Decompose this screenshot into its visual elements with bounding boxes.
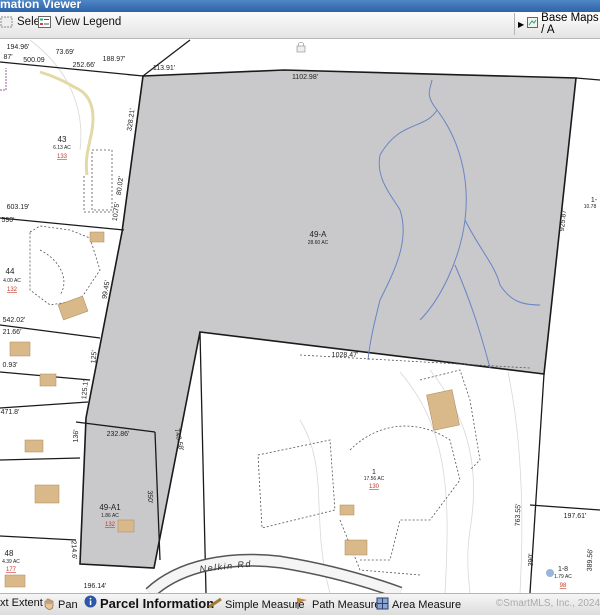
dim-252-66: 252.66' [73, 62, 96, 69]
hand-icon [42, 597, 55, 613]
info-icon [84, 595, 97, 611]
app-title: mation Viewer [0, 0, 82, 11]
dim-73-69: 73.69' [56, 49, 75, 56]
parcel-label-1-8-id: 1-8 [558, 566, 568, 573]
dim-1028-47: 1028.47' [332, 352, 359, 359]
dim-87: 87' [3, 54, 12, 61]
parcel-label-48-area: 4.39 AC [2, 559, 20, 565]
watermark: ©SmartMLS, Inc., 2024 [495, 598, 600, 609]
parcel-label-1-8-ref: 98 [560, 583, 567, 589]
dim-763-55: 763.55' [515, 503, 523, 526]
next-extent-label: xt Extent [0, 597, 43, 609]
dim-188-97: 188.97' [103, 56, 126, 63]
path-measure-label: Path Measure [312, 599, 381, 611]
parcel-label-edge-id: 1- [591, 197, 598, 204]
dim-390: 390' [528, 553, 535, 566]
parcel-label-48-id: 48 [5, 549, 14, 558]
parcel-label-43-id: 43 [58, 135, 67, 144]
dim-197-61: 197.61' [564, 513, 587, 520]
parcel-label-49-A-area: 28.60 AC [308, 240, 329, 246]
dim-350: 350' [146, 490, 153, 503]
pan-button[interactable]: Pan [42, 597, 78, 613]
pan-label: Pan [58, 599, 78, 611]
simple-measure-button[interactable]: Simple Measure [208, 597, 304, 612]
chevron-right-icon: ▶ [518, 19, 525, 29]
dim-0-93: 0.93' [3, 362, 18, 369]
dim-389-56: 389.56' [587, 548, 595, 571]
area-grid-icon [376, 597, 389, 613]
title-bar: mation Viewer [0, 0, 600, 12]
toolbar: Select View Legend [0, 12, 600, 39]
simple-measure-label: Simple Measure [225, 598, 305, 611]
area-measure-label: Area Measure [392, 599, 462, 611]
parcel-label-44-area: 4.00 AC [3, 278, 21, 284]
next-extent-button[interactable]: xt Extent [0, 597, 43, 609]
dim-136: 136' [73, 429, 80, 442]
parcel-label-1-area: 17.56 AC [364, 476, 385, 482]
dim-113-91: 113.91' [153, 65, 175, 72]
area-measure-button[interactable]: Area Measure [376, 597, 461, 613]
dim-21-66: 21.66' [3, 329, 22, 336]
path-flag-icon [296, 597, 309, 613]
dim-1102-98: 1102.98' [292, 74, 318, 81]
parcel-label-49-A1-id: 49-A1 [99, 503, 121, 512]
map-view[interactable]: 49-A 28.60 AC 43 6.13 AC 133 44 4.00 AC … [0, 39, 600, 600]
parcel-information-label: Parcel Information [100, 595, 215, 611]
ruler-icon [208, 597, 222, 612]
view-legend-label: View Legend [55, 16, 122, 28]
parcel-label-49-A1-area: 1.86 AC [101, 513, 119, 519]
parcel-label-1-ref: 130 [369, 484, 380, 490]
dim-196-14: 196.14' [84, 583, 107, 590]
parcel-information-button[interactable]: Parcel Information [84, 595, 214, 611]
footer-toolbar: xt Extent Pan Parcel Information Simple … [0, 593, 600, 615]
parcel-label-43-area: 6.13 AC [53, 145, 71, 151]
parcel-label-1-8-area: 1.79 AC [554, 574, 572, 580]
dim-471-8: 471.8' [1, 409, 20, 416]
dim-603-19: 603.19' [7, 204, 30, 211]
dim-125: 125' [90, 350, 98, 364]
parcel-label-1-id: 1 [372, 469, 376, 476]
parcel-label-49-A-id: 49-A [310, 230, 328, 239]
dim-214-6: 214.6' [70, 540, 78, 559]
parcel-label-44-id: 44 [6, 267, 15, 276]
view-legend-button[interactable]: View Legend [38, 16, 121, 28]
dim-542-02: 542.02' [3, 317, 26, 324]
dim-500-09: 500.09 [23, 57, 45, 64]
parcel-label-48-ref: 177 [6, 567, 17, 573]
parcel-label-49-A1-ref: 132 [105, 522, 116, 528]
dim-232-86: 232.86' [107, 431, 130, 438]
parcel-label-44-ref: 132 [7, 287, 18, 293]
dim-590: 590' [1, 217, 14, 224]
base-maps-button[interactable]: ▶ Base Maps / A [514, 12, 600, 36]
map-icon [527, 17, 539, 31]
path-measure-button[interactable]: Path Measure [296, 597, 380, 613]
select-icon [0, 16, 13, 28]
base-maps-label: Base Maps / A [541, 12, 599, 36]
legend-icon [38, 16, 51, 28]
parcel-label-edge-area: 10.78 [584, 204, 597, 210]
dim-194-96: 194.96' [7, 44, 30, 51]
parcel-label-43-ref: 133 [57, 154, 68, 160]
